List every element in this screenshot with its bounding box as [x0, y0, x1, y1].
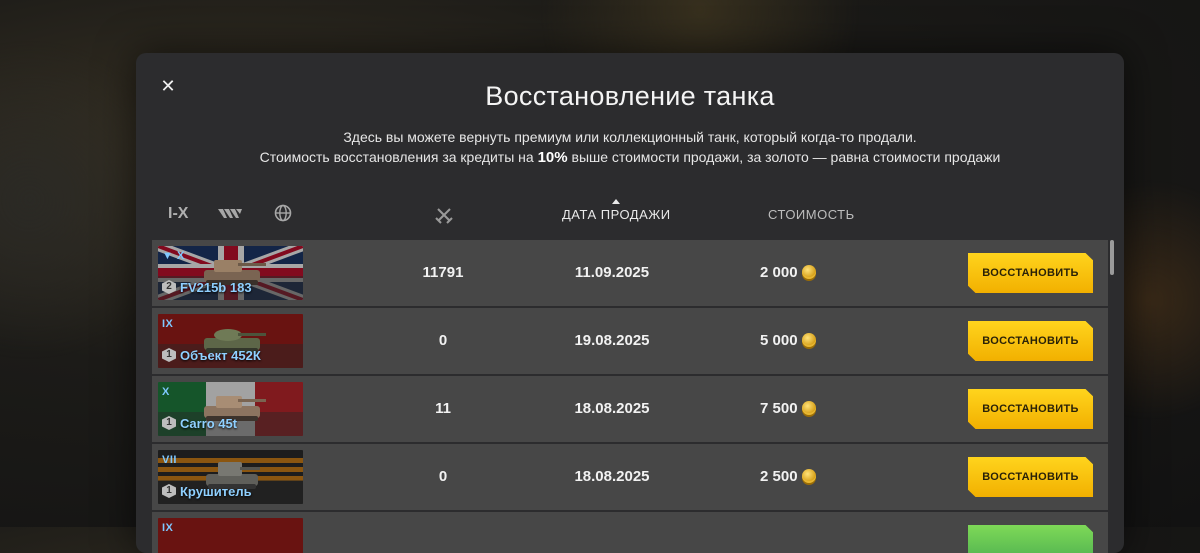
- column-date[interactable]: ДАТА ПРОДАЖИ: [562, 199, 671, 222]
- tank-tier: IX: [162, 318, 174, 330]
- restore-cost: 7 500: [760, 400, 860, 417]
- restore-cost: 2 500: [760, 468, 860, 485]
- restore-tank-modal: ✕ Восстановление танка Здесь вы можете в…: [136, 53, 1124, 553]
- sale-date: 19.08.2025: [574, 332, 650, 349]
- crossed-swords-icon-svg: [435, 208, 453, 224]
- tank-name: Крушитель: [180, 484, 252, 499]
- table-row: IX: [152, 512, 1108, 553]
- ussr-flag: [158, 518, 303, 553]
- table-header: I-X ДАТА ПРОДАЖИ СТОИМОСТЬ: [152, 199, 1108, 230]
- gold-coin-icon: [801, 333, 816, 347]
- battles-count: 11: [435, 400, 451, 417]
- column-cost[interactable]: СТОИМОСТЬ: [768, 207, 855, 222]
- tank-card[interactable]: X 1 Carro 45t: [158, 382, 303, 436]
- modal-title: Восстановление танка: [485, 81, 775, 111]
- tank-name: FV215b 183: [180, 280, 252, 295]
- cost-value: 2 500: [760, 468, 798, 485]
- cost-value: 2 000: [760, 264, 798, 281]
- cost-value: 5 000: [760, 332, 798, 349]
- restore-button[interactable]: ВОССТАНОВИТЬ: [968, 253, 1093, 293]
- tank-tier: ▼ X: [162, 250, 185, 262]
- scrollbar[interactable]: [1110, 240, 1114, 275]
- restore-cost: 2 000: [760, 264, 860, 281]
- description-line-2: Стоимость восстановления за кредиты на 1…: [136, 147, 1124, 168]
- restore-button[interactable]: [968, 525, 1093, 553]
- tank-name: Объект 452К: [180, 348, 261, 363]
- battles-count: 0: [438, 468, 448, 485]
- sale-date: 18.08.2025: [574, 400, 650, 417]
- sale-date: 18.08.2025: [574, 468, 650, 485]
- table-row: IX 1 Объект 452К 0 19.08.2025 5 000 ВОСС…: [152, 308, 1108, 374]
- description-text: выше стоимости продажи, за золото — равн…: [567, 149, 1001, 165]
- gold-coin-icon: [801, 265, 816, 279]
- crossed-swords-icon[interactable]: [435, 206, 453, 228]
- tank-card[interactable]: ▼ X 2 FV215b 183: [158, 246, 303, 300]
- column-date-label: ДАТА ПРОДАЖИ: [562, 207, 671, 222]
- description-text: Стоимость восстановления за кредиты на: [259, 149, 538, 165]
- tank-name: Carro 45t: [180, 416, 238, 431]
- vehicle-class-icon[interactable]: [218, 205, 244, 225]
- tank-list: ▼ X 2 FV215b 183 11791 11.09.2025 2 000 …: [152, 240, 1108, 553]
- tank-card[interactable]: IX 1 Объект 452К: [158, 314, 303, 368]
- percentage-highlight: 10%: [537, 149, 568, 166]
- globe-icon-svg: [274, 204, 292, 222]
- gold-coin-icon: [801, 469, 816, 483]
- tank-card[interactable]: IX: [158, 518, 303, 553]
- modal-description: Здесь вы можете вернуть премиум или колл…: [136, 127, 1124, 168]
- tier-filter[interactable]: I-X: [168, 205, 188, 223]
- vehicle-class-icon-svg: [218, 209, 242, 218]
- sort-arrow-icon: [612, 199, 621, 204]
- description-line-1: Здесь вы можете вернуть премиум или колл…: [343, 129, 917, 145]
- tank-tier: X: [162, 386, 170, 398]
- gold-coin-icon: [801, 401, 816, 415]
- restore-cost: 5 000: [760, 332, 860, 349]
- tank-tier: VII: [162, 454, 177, 466]
- restore-button[interactable]: ВОССТАНОВИТЬ: [968, 457, 1093, 497]
- cost-value: 7 500: [760, 400, 798, 417]
- sale-date: 11.09.2025: [574, 264, 650, 281]
- restore-button[interactable]: ВОССТАНОВИТЬ: [968, 389, 1093, 429]
- tank-card[interactable]: VII 1 Крушитель: [158, 450, 303, 504]
- table-row: VII 1 Крушитель 0 18.08.2025 2 500 ВОССТ…: [152, 444, 1108, 510]
- battles-count: 0: [438, 332, 448, 349]
- globe-icon[interactable]: [274, 204, 292, 226]
- table-row: ▼ X 2 FV215b 183 11791 11.09.2025 2 000 …: [152, 240, 1108, 306]
- battles-count: 11791: [422, 264, 464, 281]
- tank-tier: IX: [162, 522, 174, 534]
- restore-button[interactable]: ВОССТАНОВИТЬ: [968, 321, 1093, 361]
- table-row: X 1 Carro 45t 11 18.08.2025 7 500 ВОССТА…: [152, 376, 1108, 442]
